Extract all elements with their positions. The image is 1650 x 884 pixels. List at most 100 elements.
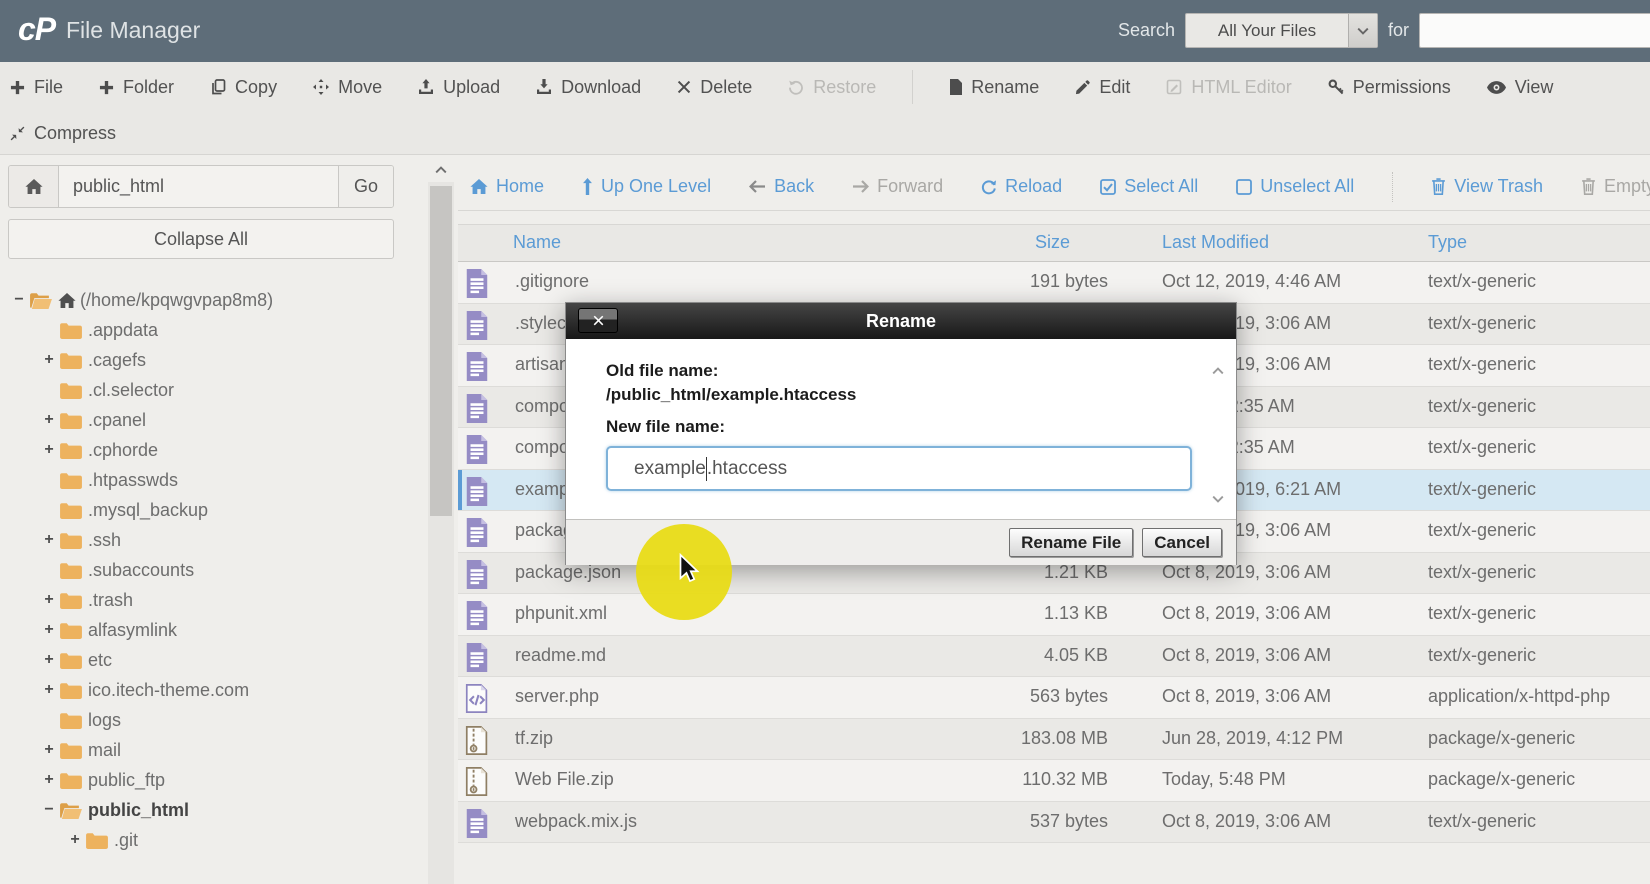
file-size: 563 bytes: [918, 686, 1108, 707]
dialog-header[interactable]: Rename: [566, 303, 1236, 339]
up-one-level-button[interactable]: Up One Level: [582, 176, 711, 197]
tree-item-label: .htpasswds: [88, 470, 178, 491]
table-row-web-file-zip[interactable]: Web File.zip110.32 MBToday, 5:48 PMpacka…: [458, 760, 1650, 802]
restore-button: Restore: [788, 77, 876, 98]
tree-item-trash[interactable]: + .trash: [0, 585, 408, 615]
search-term-input[interactable]: [1419, 13, 1650, 48]
file-size: 183.08 MB: [918, 728, 1108, 749]
edit-button[interactable]: Edit: [1075, 77, 1130, 98]
select-all-button[interactable]: Select All: [1100, 176, 1198, 197]
unselect-all-button[interactable]: Unselect All: [1236, 176, 1354, 197]
delete-button[interactable]: Delete: [677, 77, 752, 98]
column-header-last-modified[interactable]: Last Modified: [1162, 232, 1269, 253]
nav-item-label: Forward: [877, 176, 943, 197]
cancel-button[interactable]: Cancel: [1142, 528, 1222, 557]
table-row-tf-zip[interactable]: tf.zip183.08 MBJun 28, 2019, 4:12 PMpack…: [458, 719, 1650, 761]
plus-toggle-icon[interactable]: +: [40, 441, 58, 459]
plus-toggle-icon[interactable]: +: [40, 681, 58, 699]
scroll-up-icon[interactable]: [428, 158, 454, 182]
column-header-size[interactable]: Size: [1035, 232, 1070, 253]
permissions-button[interactable]: Permissions: [1328, 77, 1451, 98]
file-doc-icon: [465, 809, 491, 837]
plus-toggle-icon[interactable]: +: [40, 411, 58, 429]
column-header-name[interactable]: Name: [513, 232, 561, 253]
tree-item-mysql-backup[interactable]: .mysql_backup: [0, 495, 408, 525]
plus-toggle-icon[interactable]: +: [40, 531, 58, 549]
plus-toggle-icon[interactable]: +: [40, 651, 58, 669]
tree-item-public-ftp[interactable]: +public_ftp: [0, 765, 408, 795]
tree-item-cpanel[interactable]: +.cpanel: [0, 405, 408, 435]
table-row-webpack-mix-js[interactable]: webpack.mix.js537 bytesOct 8, 2019, 3:06…: [458, 802, 1650, 844]
tree-item-alfasymlink[interactable]: +alfasymlink: [0, 615, 408, 645]
file-type: text/x-generic: [1428, 520, 1536, 541]
plus-toggle-icon[interactable]: +: [40, 591, 58, 609]
tree-item-appdata[interactable]: .appdata: [0, 315, 408, 345]
tree-item-git[interactable]: +.git: [0, 825, 408, 855]
minus-toggle-icon[interactable]: −: [40, 801, 58, 819]
delete-icon: [677, 80, 691, 94]
scroll-up-icon[interactable]: [1210, 367, 1226, 381]
scroll-down-icon[interactable]: [1210, 495, 1226, 509]
tree-item-logs[interactable]: logs: [0, 705, 408, 735]
folder-icon: [60, 532, 82, 549]
back-button[interactable]: Back: [749, 176, 814, 197]
tree-item-mail[interactable]: +mail: [0, 735, 408, 765]
folder-open-icon: [60, 802, 82, 819]
go-button[interactable]: Go: [338, 166, 393, 207]
tree-item-home-kpqwgvpap8m8[interactable]: −(/home/kpqwgvpap8m8): [0, 285, 408, 315]
close-icon[interactable]: [578, 308, 618, 333]
rename-button[interactable]: Rename: [949, 77, 1039, 98]
table-row-phpunit-xml[interactable]: phpunit.xml1.13 KBOct 8, 2019, 3:06 AMte…: [458, 594, 1650, 636]
upload-button[interactable]: Upload: [418, 77, 500, 98]
view-button[interactable]: View: [1487, 77, 1554, 98]
back-icon: [749, 180, 766, 193]
search-scope-select[interactable]: All Your Files: [1185, 13, 1378, 48]
folder-button[interactable]: Folder: [99, 77, 174, 98]
dialog-scrollbar[interactable]: [1210, 367, 1226, 509]
view-trash-button[interactable]: View Trash: [1431, 176, 1543, 197]
tree-item-ico-itech-theme-com[interactable]: +ico.itech-theme.com: [0, 675, 408, 705]
plus-toggle-icon[interactable]: +: [66, 831, 84, 849]
compress-button[interactable]: Compress: [10, 123, 116, 144]
chevron-down-icon[interactable]: [1348, 14, 1377, 47]
new-file-name-input[interactable]: example.htaccess: [606, 446, 1192, 491]
home-button[interactable]: Home: [470, 176, 544, 197]
tree-item-cl-selector[interactable]: .cl.selector: [0, 375, 408, 405]
rename-file-button[interactable]: Rename File: [1009, 528, 1133, 557]
download-button[interactable]: Download: [536, 77, 641, 98]
tree-item-cagefs[interactable]: + .cagefs: [0, 345, 408, 375]
scrollbar-thumb[interactable]: [430, 186, 452, 516]
vertical-scrollbar[interactable]: [428, 158, 454, 884]
plus-toggle-icon[interactable]: +: [40, 351, 58, 369]
plus-toggle-icon[interactable]: +: [40, 741, 58, 759]
home-icon[interactable]: [9, 166, 59, 207]
tree-item-label: .trash: [88, 590, 133, 611]
file-name: .gitignore: [515, 271, 589, 292]
plus-toggle-icon[interactable]: +: [40, 771, 58, 789]
tree-item-cphorde[interactable]: +.cphorde: [0, 435, 408, 465]
reload-button[interactable]: Reload: [981, 176, 1062, 197]
column-header-type[interactable]: Type: [1428, 232, 1467, 253]
toolbar-item-label: View: [1515, 77, 1554, 98]
rename-icon: [949, 79, 962, 95]
toolbar-item-label: HTML Editor: [1191, 77, 1291, 98]
copy-button[interactable]: Copy: [210, 77, 277, 98]
tree-item-subaccounts[interactable]: .subaccounts: [0, 555, 408, 585]
table-row-readme-md[interactable]: readme.md4.05 KBOct 8, 2019, 3:06 AMtext…: [458, 636, 1650, 678]
plus-toggle-icon[interactable]: +: [40, 621, 58, 639]
tree-item-htpasswds[interactable]: .htpasswds: [0, 465, 408, 495]
tree-item-ssh[interactable]: +.ssh: [0, 525, 408, 555]
collapse-all-button[interactable]: Collapse All: [8, 219, 394, 259]
search-label: Search: [1118, 20, 1175, 41]
tree-item-label: .cagefs: [88, 350, 146, 371]
table-row-gitignore[interactable]: .gitignore191 bytesOct 12, 2019, 4:46 AM…: [458, 262, 1650, 304]
file-button[interactable]: File: [10, 77, 63, 98]
tree-item-etc[interactable]: +etc: [0, 645, 408, 675]
move-button[interactable]: Move: [313, 77, 382, 98]
minus-toggle-icon[interactable]: −: [10, 291, 28, 309]
tree-item-public-html[interactable]: −public_html: [0, 795, 408, 825]
file-doc-icon: [465, 518, 491, 546]
path-input[interactable]: [59, 166, 338, 207]
toolbar-item-label: Compress: [34, 123, 116, 144]
table-row-server-php[interactable]: server.php563 bytesOct 8, 2019, 3:06 AMa…: [458, 677, 1650, 719]
